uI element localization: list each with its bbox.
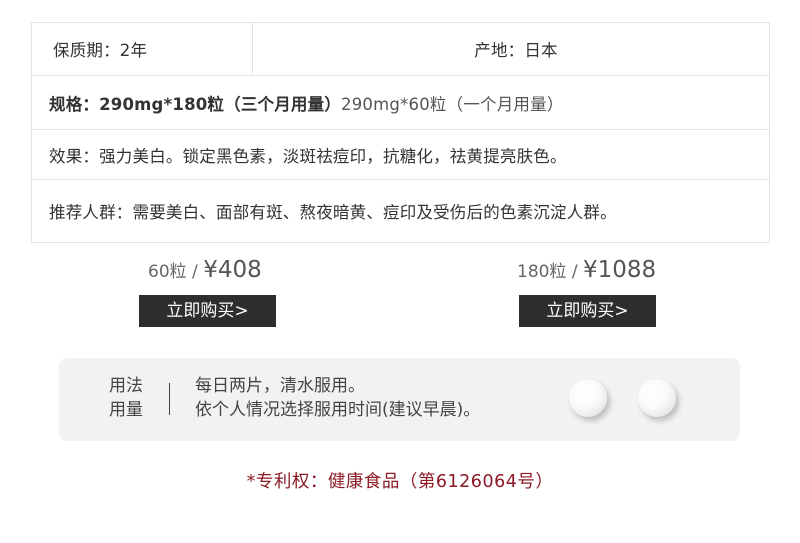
usage-box: 用法 用量 每日两片，清水服用。 依个人情况选择服用时间(建议早晨)。	[59, 358, 740, 441]
spec-180: 290mg*180粒（三个月用量）	[99, 94, 342, 114]
spec-row-specification: 规格：290mg*180粒（三个月用量）290mg*60粒（一个月用量）	[32, 75, 769, 129]
price-qty: 60粒	[148, 262, 187, 282]
patent-note: *专利权：健康食品（第6126064号）	[246, 472, 554, 492]
effect: 效果：强力美白。锁定黑色素，淡斑祛痘印，抗糖化，祛黄提亮肤色。	[49, 146, 567, 166]
shelf-life: 保质期：2年	[32, 23, 253, 75]
spec-table: 保质期：2年 产地：日本 规格：290mg*180粒（三个月用量）290mg*6…	[31, 22, 770, 243]
target-group: 推荐人群：需要美白、面部有斑、熬夜暗黄、痘印及受伤后的色素沉淀人群。	[49, 203, 617, 222]
spec-60: 290mg*60粒（一个月用量）	[341, 94, 564, 114]
spec-row-effect: 效果：强力美白。锁定黑色素，淡斑祛痘印，抗糖化，祛黄提亮肤色。	[32, 129, 769, 179]
usage-divider	[169, 383, 170, 415]
usage-line2: 依个人情况选择服用时间(建议早晨)。	[195, 400, 481, 420]
pill-icon	[569, 379, 607, 417]
pill-icon	[638, 379, 676, 417]
price-180: 180粒 / ¥1088	[517, 257, 656, 283]
price-separator: /	[566, 262, 583, 282]
usage-label-line1: 用法	[109, 376, 143, 396]
spec-prefix: 规格：	[49, 94, 100, 114]
buy-now-button-60[interactable]: 立即购买>	[139, 295, 276, 327]
price-60: 60粒 / ¥408	[148, 257, 262, 283]
specification: 规格：290mg*180粒（三个月用量）290mg*60粒（一个月用量）	[32, 91, 564, 115]
product-detail-page: 保质期：2年 产地：日本 规格：290mg*180粒（三个月用量）290mg*6…	[0, 0, 800, 543]
spec-row-shelf-origin: 保质期：2年 产地：日本	[32, 23, 769, 75]
buy-now-button-180[interactable]: 立即购买>	[519, 295, 656, 327]
price-qty: 180粒	[517, 262, 567, 282]
usage-label: 用法 用量	[109, 374, 143, 422]
origin: 产地：日本	[474, 41, 558, 60]
usage-line1: 每日两片，清水服用。	[195, 376, 365, 396]
spec-row-target: 推荐人群：需要美白、面部有斑、熬夜暗黄、痘印及受伤后的色素沉淀人群。	[32, 179, 769, 242]
price-amount: ¥408	[203, 257, 262, 283]
usage-label-line2: 用量	[109, 400, 143, 420]
usage-text: 每日两片，清水服用。 依个人情况选择服用时间(建议早晨)。	[195, 374, 480, 422]
price-separator: /	[186, 262, 204, 282]
price-amount: ¥1088	[583, 257, 657, 283]
